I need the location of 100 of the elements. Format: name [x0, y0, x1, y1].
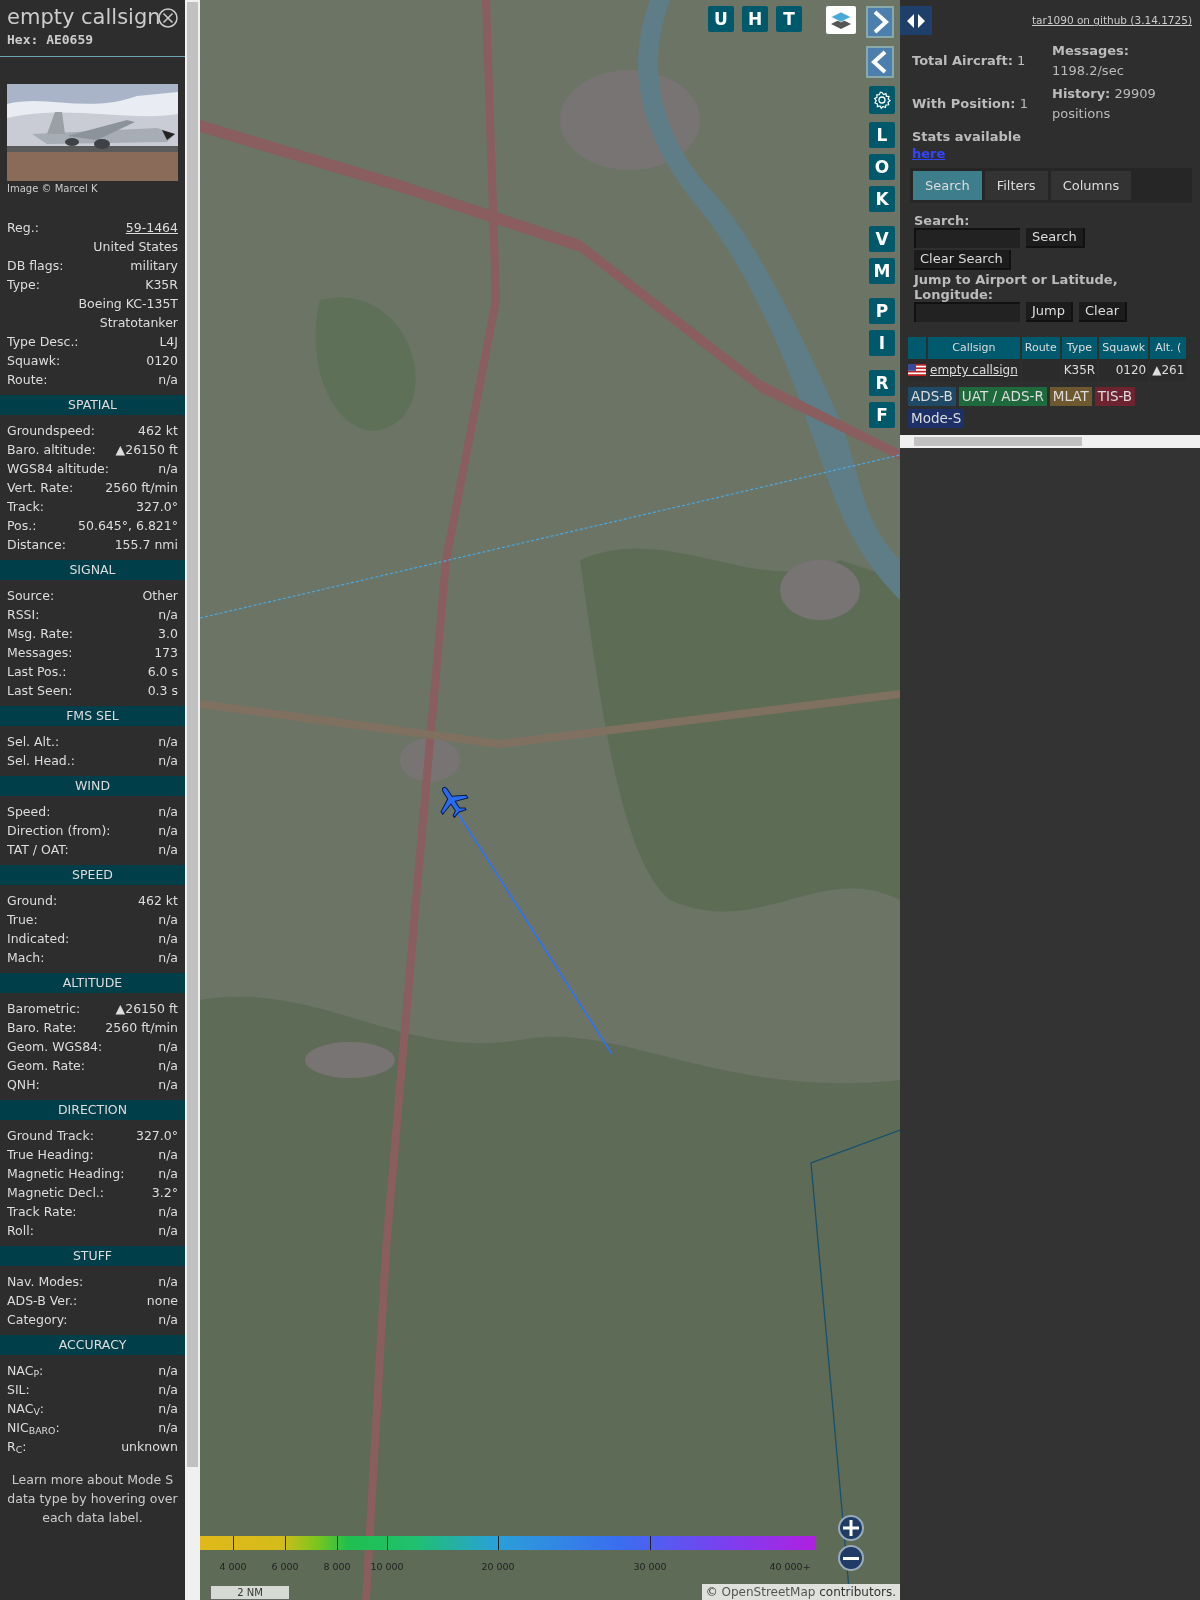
attribution-text: contributors.	[819, 1585, 896, 1599]
field-value: 173	[154, 643, 178, 662]
field-value: n/a	[158, 1202, 178, 1221]
form-button[interactable]: Clear Search	[914, 250, 1011, 270]
field-value: 327.0°	[135, 1126, 178, 1145]
field-label: Sel. Head.:	[7, 751, 75, 770]
field-value: 327.0°	[135, 497, 178, 516]
field-value: 0.3 s	[147, 681, 178, 700]
map-toggle-button[interactable]: U	[708, 6, 734, 32]
field-value: n/a	[158, 1221, 178, 1240]
field-label: R$_{C}$:	[7, 1437, 27, 1456]
previous-arrow-button[interactable]	[866, 46, 894, 78]
legend-label: 10 000	[370, 1560, 404, 1574]
form-button[interactable]: Jump	[1026, 302, 1073, 322]
column-header: Alt. (	[1150, 337, 1187, 359]
field-label: Baro. Rate:	[7, 1018, 77, 1037]
field-label: Barometric:	[7, 999, 81, 1018]
field-value: 2560 ft/min	[105, 1018, 178, 1037]
field-value: n/a	[158, 948, 178, 967]
field-value: n/a	[158, 821, 178, 840]
field-label: SIL:	[7, 1380, 30, 1399]
field-value: Boeing KC-135T Stratotanker	[77, 294, 178, 332]
field-label: Msg. Rate:	[7, 624, 74, 643]
settings-button[interactable]	[869, 86, 895, 114]
scrollbar[interactable]	[185, 0, 200, 1600]
github-link[interactable]: tar1090 on github (3.14.1725)	[1032, 13, 1192, 29]
map-toggle-button[interactable]: I	[869, 330, 895, 356]
field-value: n/a	[158, 1037, 178, 1056]
section-header: STUFF	[0, 1245, 185, 1266]
section-header: ACCURACY	[0, 1334, 185, 1355]
tab[interactable]: Search	[913, 170, 982, 200]
legend-label: 8 000	[323, 1560, 351, 1574]
field-label: Mach:	[7, 948, 45, 967]
field-label: Baro. altitude:	[7, 440, 96, 459]
legend-label: 4 000	[219, 1560, 247, 1574]
stat-text: Total Aircraft: 1	[912, 51, 1027, 70]
field-label: Track:	[7, 497, 44, 516]
field-value: n/a	[158, 1075, 178, 1094]
copyright-symbol: ©	[705, 1585, 718, 1599]
field-label: DB flags:	[7, 256, 64, 275]
panel-toggle-button[interactable]	[900, 6, 932, 35]
input-field[interactable]	[914, 302, 1020, 322]
form-button[interactable]: Search	[1026, 228, 1085, 248]
field-value: n/a	[158, 840, 178, 859]
field-label: Type:	[7, 275, 40, 294]
column-header: Squawk	[1099, 337, 1149, 359]
field-value: ▲26150 ft	[115, 440, 178, 459]
attribution-link[interactable]: OpenStreetMap	[721, 1585, 816, 1599]
table-header	[908, 337, 926, 359]
close-icon[interactable]	[158, 8, 178, 28]
field-value: n/a	[158, 1310, 178, 1329]
source-tag: Mode-S	[908, 409, 965, 428]
field-value: none	[146, 1291, 178, 1310]
field-label: Ground Track:	[7, 1126, 94, 1145]
map-toggle-button[interactable]: P	[869, 298, 895, 324]
field-value: n/a	[158, 751, 178, 770]
field-value: n/a	[158, 1399, 178, 1418]
next-arrow-button[interactable]	[866, 6, 894, 38]
section-header: DIRECTION	[0, 1099, 185, 1120]
map-toggle-button[interactable]: K	[869, 186, 895, 212]
horizontal-scrollbar[interactable]	[900, 435, 1200, 448]
field-label: Direction (from):	[7, 821, 111, 840]
field-label: Geom. WGS84:	[7, 1037, 103, 1056]
layers-button[interactable]	[826, 6, 856, 34]
map-toggle-button[interactable]: M	[869, 258, 895, 284]
field-label: QNH:	[7, 1075, 40, 1094]
map-toggle-button[interactable]: V	[869, 226, 895, 252]
field-label: Magnetic Heading:	[7, 1164, 125, 1183]
map-toggle-button[interactable]: R	[869, 370, 895, 396]
help-note: Learn more about Mode S data type by hovering over each data label.	[6, 1470, 179, 1527]
field-value: 3.2°	[151, 1183, 178, 1202]
map-toggle-button[interactable]: L	[869, 122, 895, 148]
field-value: n/a	[158, 1380, 178, 1399]
field-value: n/a	[158, 1418, 178, 1437]
callsign-link[interactable]: empty callsign	[930, 363, 1018, 377]
map-toggle-button[interactable]: O	[869, 154, 895, 180]
form-button[interactable]: Clear	[1079, 302, 1127, 322]
field-value: n/a	[158, 802, 178, 821]
map-toggle-button[interactable]: F	[869, 402, 895, 428]
tab[interactable]: Columns	[1050, 170, 1132, 200]
field-label: Magnetic Decl.:	[7, 1183, 105, 1202]
legend-label: 40 000+	[769, 1560, 811, 1574]
field-label: Ground:	[7, 891, 58, 910]
map-toggle-button[interactable]: H	[742, 6, 768, 32]
source-tag: ADS-B	[908, 387, 956, 406]
callsign-title: empty callsign	[7, 4, 161, 30]
input-field[interactable]	[914, 228, 1020, 248]
stat-text: With Position: 1	[912, 94, 1029, 113]
field-label: RSSI:	[7, 605, 40, 624]
tab[interactable]: Filters	[984, 170, 1048, 200]
field-label: Jump to Airport or Latitude, Longitude:	[914, 272, 1119, 302]
field-value: 6.0 s	[147, 662, 178, 681]
field-label: Track Rate:	[7, 1202, 77, 1221]
map-toggle-button[interactable]: T	[776, 6, 802, 32]
field-label: Roll:	[7, 1221, 34, 1240]
field-value: ▲26150 ft	[115, 999, 178, 1018]
column-header: Callsign	[928, 337, 1020, 359]
section-header: SIGNAL	[0, 559, 185, 580]
registration-link[interactable]: 59-1464	[125, 217, 178, 237]
field-value: 462 kt	[138, 891, 178, 910]
